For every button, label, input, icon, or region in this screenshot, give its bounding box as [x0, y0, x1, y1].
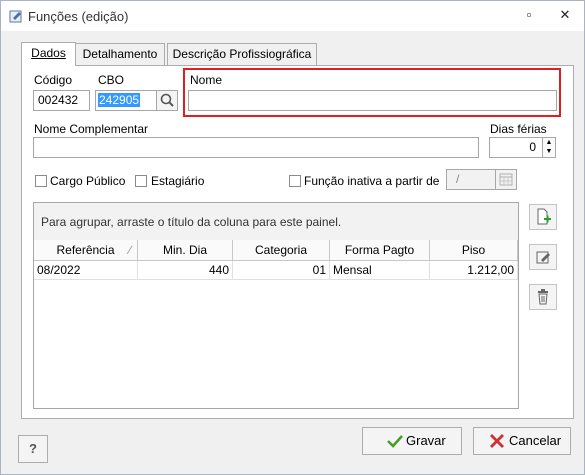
cancel-x-icon: [490, 434, 504, 448]
column-header-categoria[interactable]: Categoria: [233, 240, 330, 261]
nome-complementar-label: Nome Complementar: [34, 122, 149, 136]
trash-icon: [538, 289, 548, 305]
cargo-publico-label: Cargo Público: [50, 174, 126, 188]
calendar-icon: [499, 173, 513, 186]
app-icon: [9, 10, 22, 23]
estagiario-checkbox[interactable]: [135, 175, 147, 187]
sort-indicator-icon: ∕: [128, 243, 131, 257]
tab-descricao-profissiografica[interactable]: Descrição Profissiográfica: [167, 43, 317, 65]
title-bar: Funções (edição) ▫ ✕: [1, 1, 584, 31]
dias-ferias-spinner[interactable]: ▲ ▼: [542, 137, 556, 158]
edit-row-button[interactable]: [529, 244, 557, 270]
dias-ferias-field[interactable]: 0: [489, 137, 543, 158]
help-button[interactable]: ?: [18, 435, 48, 463]
new-document-icon: [537, 208, 551, 225]
nome-label: Nome: [190, 73, 223, 87]
column-header-piso[interactable]: Piso: [430, 240, 518, 261]
check-icon: [387, 435, 403, 448]
cell-referencia: 08/2022: [34, 261, 138, 280]
group-by-panel[interactable]: Para agrupar, arraste o título da coluna…: [34, 203, 518, 241]
group-hint: Para agrupar, arraste o título da coluna…: [41, 215, 342, 229]
cbo-field[interactable]: 242905: [95, 90, 157, 111]
gravar-button[interactable]: Gravar: [362, 427, 462, 455]
dias-ferias-label: Dias férias: [490, 122, 547, 136]
tab-detalhamento[interactable]: Detalhamento: [75, 43, 165, 65]
cell-categoria: 01: [233, 261, 330, 280]
calendar-button[interactable]: [495, 169, 517, 190]
nome-field[interactable]: [188, 90, 557, 111]
cbo-selected-text: 242905: [98, 93, 141, 107]
funcao-inativa-checkbox[interactable]: [289, 175, 301, 187]
codigo-label: Código: [34, 73, 73, 87]
column-header-min-dia[interactable]: Min. Dia: [138, 240, 233, 261]
funcao-inativa-date-field[interactable]: /: [446, 169, 496, 190]
cbo-search-button[interactable]: [156, 90, 178, 111]
dialog-window: Funções (edição) ▫ ✕ Dados Detalhamento …: [0, 0, 585, 475]
funcao-inativa-label: Função inativa a partir de: [304, 174, 440, 188]
delete-row-button[interactable]: [529, 284, 557, 310]
cargo-publico-checkbox[interactable]: [35, 175, 47, 187]
spin-down-icon[interactable]: ▼: [543, 147, 555, 156]
restore-icon[interactable]: ▫: [522, 8, 536, 22]
pisos-grid: Para agrupar, arraste o título da coluna…: [33, 202, 519, 409]
cbo-label: CBO: [98, 73, 125, 87]
edit-icon: [536, 251, 550, 264]
column-header-forma-pagto[interactable]: Forma Pagto: [330, 240, 430, 261]
column-header-referencia[interactable]: Referência ∕: [34, 240, 138, 261]
add-row-button[interactable]: [529, 204, 557, 230]
cancelar-button[interactable]: Cancelar: [473, 427, 571, 455]
cell-min-dia: 440: [138, 261, 233, 280]
search-icon: [160, 93, 174, 107]
spin-up-icon[interactable]: ▲: [543, 138, 555, 147]
codigo-field[interactable]: 002432: [33, 90, 90, 111]
tab-dados[interactable]: Dados: [21, 42, 76, 66]
cell-piso: 1.212,00: [430, 261, 518, 280]
help-icon: ?: [29, 441, 37, 456]
window-title: Funções (edição): [28, 9, 129, 24]
cell-forma-pagto: Mensal: [330, 261, 430, 280]
close-icon[interactable]: ✕: [558, 8, 572, 22]
estagiario-label: Estagiário: [151, 174, 205, 188]
nome-complementar-field[interactable]: [33, 137, 479, 158]
